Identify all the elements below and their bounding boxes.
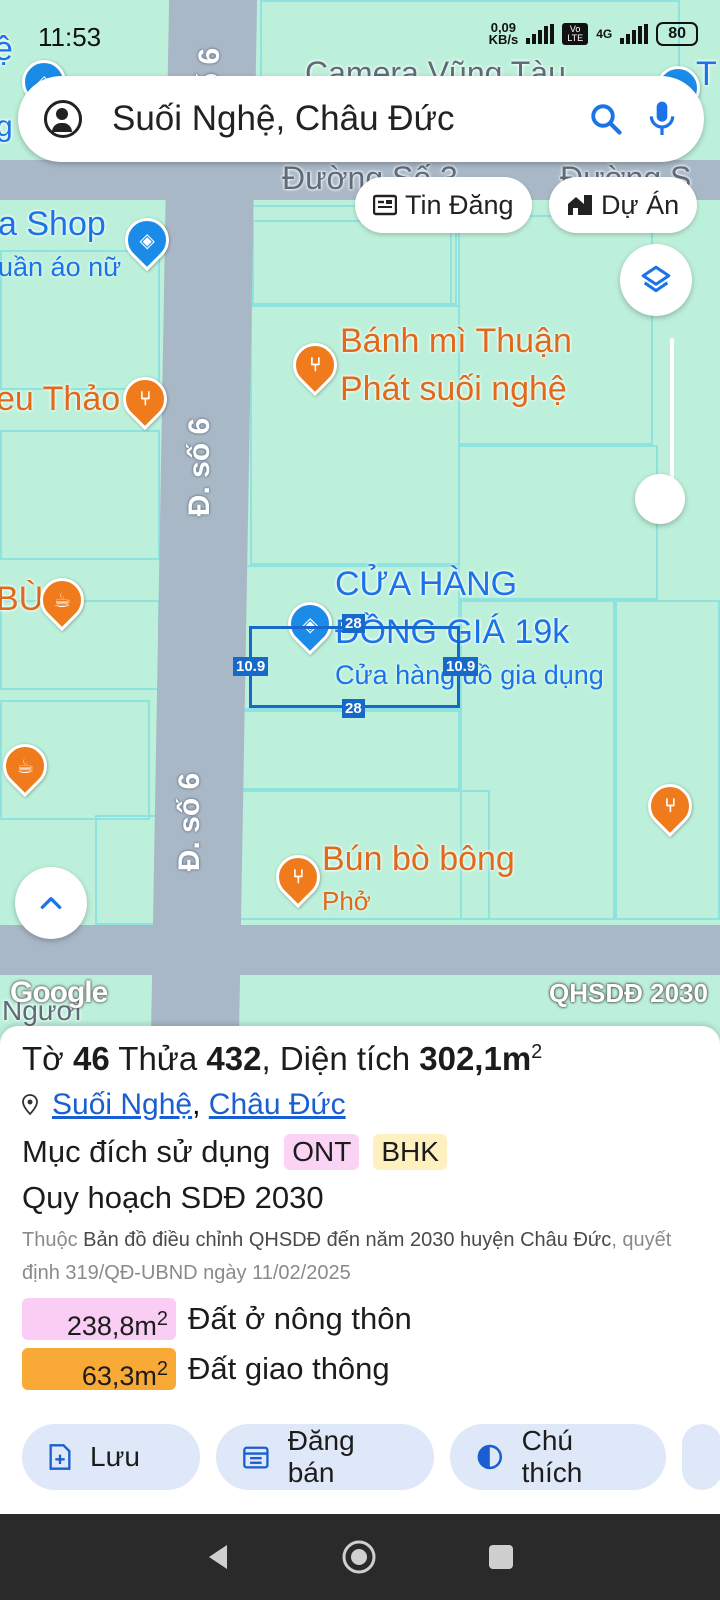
edge-label: g	[0, 110, 13, 143]
poi-category: Phở	[322, 886, 371, 916]
parcel-dim-left: 10.9	[233, 657, 269, 676]
poi-name[interactable]: CỬA HÀNG	[335, 565, 517, 604]
land-use-row: 63,3m2 Đất giao thông	[22, 1348, 698, 1391]
battery-icon: 80	[656, 22, 698, 46]
parcel-location: Suối Nghệ, Châu Đức	[22, 1088, 698, 1122]
lot-number: 432	[206, 1040, 262, 1077]
poi-name[interactable]: Bánh mì Thuận	[340, 322, 572, 361]
parcel-title: Tờ 46 Thửa 432, Diện tích 302,1m2	[22, 1040, 698, 1078]
sheet-label: Tờ	[22, 1040, 64, 1077]
poi-name[interactable]: Phát suối nghệ	[340, 370, 567, 409]
listing-chip[interactable]: Tin Đăng	[355, 177, 532, 233]
parcel-info-sheet[interactable]: Tờ 46 Thửa 432, Diện tích 302,1m2 Suối N…	[0, 1026, 720, 1514]
road-label: Đ. số 6	[183, 417, 216, 517]
overlay-label: QHSDĐ 2030	[549, 978, 708, 1008]
recents-icon[interactable]	[487, 1543, 515, 1571]
area-unit-sup: 2	[531, 1041, 543, 1063]
post-sale-button[interactable]: Đăng bán	[216, 1424, 434, 1490]
area-value: 302,1m	[419, 1040, 532, 1077]
calendar-icon	[243, 1446, 269, 1469]
land-use-label: Đất giao thông	[188, 1351, 390, 1386]
post-sale-button-label: Đăng bán	[287, 1425, 355, 1488]
newspaper-icon	[373, 194, 397, 216]
save-button-label: Lưu	[90, 1441, 140, 1472]
signal-icon	[526, 24, 555, 44]
net-speed: 0,09 KB/s	[488, 21, 519, 47]
zoom-slider-handle[interactable]	[635, 474, 685, 524]
parcel-dim-right: 10.9	[443, 657, 479, 676]
purpose-tag-ont[interactable]: ONT	[284, 1134, 360, 1170]
contrast-icon	[477, 1444, 503, 1470]
location-pin-icon	[22, 1094, 38, 1116]
project-chip-label: Dự Án	[601, 189, 680, 220]
google-logo: Google	[10, 976, 108, 1009]
poi-name[interactable]: BÙ	[0, 580, 43, 619]
building-icon	[568, 195, 592, 215]
location-separator: ,	[192, 1088, 201, 1121]
add-file-icon	[49, 1444, 71, 1470]
lot-outline	[240, 710, 460, 790]
volte-icon: Vo LTE	[562, 23, 589, 45]
account-icon[interactable]	[44, 100, 82, 138]
signal-icon	[620, 24, 649, 44]
back-icon[interactable]	[205, 1542, 231, 1572]
lot-outline	[615, 600, 720, 920]
status-time: 11:53	[38, 22, 102, 52]
net-speed-unit: KB/s	[488, 32, 519, 47]
search-bar[interactable]: Suối Nghệ, Châu Đức	[18, 76, 704, 162]
layers-icon	[641, 265, 671, 293]
save-button[interactable]: Lưu	[22, 1424, 200, 1490]
expand-sheet-button[interactable]	[15, 867, 87, 939]
parcel-dim-top: 28	[342, 614, 365, 633]
poi-name[interactable]: a Shop	[0, 205, 106, 244]
legend-button[interactable]: Chú thích	[450, 1424, 666, 1490]
system-nav-bar	[0, 1514, 720, 1600]
network-type: 4G	[596, 27, 613, 41]
microphone-icon[interactable]	[646, 99, 678, 139]
parcel-dim-bottom: 28	[342, 699, 365, 718]
plan-description: Thuộc Bản đồ điều chỉnh QHSDĐ đến năm 20…	[22, 1224, 698, 1290]
desc-prefix: Thuộc	[22, 1229, 78, 1251]
commune-link[interactable]: Suối Nghệ	[52, 1088, 192, 1121]
home-icon[interactable]	[341, 1539, 377, 1575]
action-buttons: Lưu Đăng bán Chú thích	[22, 1424, 720, 1490]
land-purpose-row: Mục đích sử dụng ONT BHK	[22, 1134, 698, 1170]
sheet-number: 46	[72, 1040, 110, 1077]
search-query[interactable]: Suối Nghệ, Châu Đức	[112, 99, 566, 139]
land-use-area: 63,3m2	[22, 1348, 176, 1391]
selected-parcel-outline[interactable]	[249, 626, 460, 708]
layers-button[interactable]	[620, 244, 692, 316]
road-horizontal-bottom	[0, 925, 720, 975]
poi-name[interactable]: eu Thảo	[0, 380, 120, 419]
lot-outline	[0, 430, 160, 560]
land-use-label: Đất ở nông thôn	[188, 1301, 412, 1336]
status-bar: 11:53 0,09 KB/s Vo LTE 4G 80	[0, 0, 720, 70]
plan-document-name[interactable]: Bản đồ điều chỉnh QHSDĐ đến năm 2030 huy…	[83, 1229, 611, 1251]
purpose-label: Mục đích sử dụng	[22, 1134, 271, 1169]
project-chip[interactable]: Dự Án	[549, 177, 698, 233]
land-use-row: 238,8m2 Đất ở nông thôn	[22, 1298, 698, 1341]
plan-title: Quy hoạch SDĐ 2030	[22, 1180, 324, 1215]
lot-label: Thửa	[118, 1040, 198, 1077]
road-label: Đ. số 6	[173, 772, 206, 872]
land-use-area: 238,8m2	[22, 1298, 176, 1341]
more-action-button[interactable]	[682, 1424, 720, 1490]
poi-name[interactable]: Bún bò bông	[322, 840, 515, 879]
area-label: , Diện tích	[261, 1040, 411, 1077]
legend-button-label: Chú thích	[521, 1425, 583, 1488]
chevron-up-icon	[40, 897, 62, 909]
poi-category: uần áo nữ	[0, 252, 122, 282]
district-link[interactable]: Châu Đức	[209, 1088, 346, 1121]
status-icons: 0,09 KB/s Vo LTE 4G 80	[488, 21, 698, 47]
search-icon[interactable]	[588, 101, 624, 137]
listing-chip-label: Tin Đăng	[405, 189, 514, 220]
purpose-tag-bhk[interactable]: BHK	[373, 1134, 447, 1170]
